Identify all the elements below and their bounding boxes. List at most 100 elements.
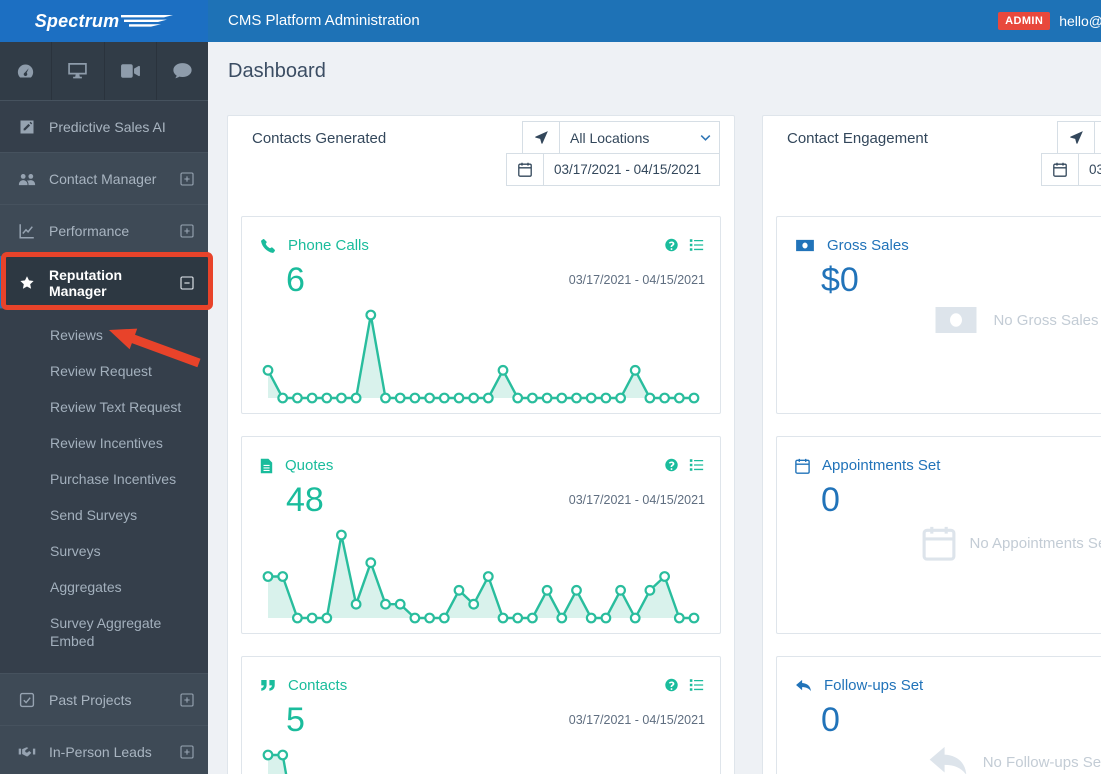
- empty-state: No Appointments Set: [777, 525, 1101, 561]
- stat-card-header: Quotes: [260, 457, 333, 474]
- check-square-icon: [18, 692, 36, 708]
- location-select-wrap: [1095, 121, 1101, 154]
- stat-card-header: Contacts: [260, 677, 347, 694]
- submenu-item-survey-aggregate-embed[interactable]: Survey Aggregate Embed: [0, 605, 208, 659]
- submenu-item-surveys[interactable]: Surveys: [0, 533, 208, 569]
- list-icon[interactable]: [689, 678, 704, 692]
- list-icon[interactable]: [689, 458, 704, 472]
- location-select[interactable]: [1095, 122, 1101, 153]
- sidebar-item-performance[interactable]: Performance: [0, 204, 208, 256]
- plus-square-icon[interactable]: [180, 223, 194, 238]
- topbar-title: CMS Platform Administration: [228, 12, 420, 29]
- stat-cards: Phone Calls 6 03/17/2021 - 04/15/2021 Quote…: [228, 216, 734, 774]
- plus-square-icon[interactable]: [180, 744, 194, 759]
- date-input-wrap: [544, 153, 720, 186]
- panel-contacts-generated: Contacts Generated All Locations 03/17/2…: [227, 115, 735, 774]
- plus-square-icon[interactable]: [180, 692, 194, 707]
- stat-value: 5: [286, 701, 305, 739]
- date-filter: [506, 153, 720, 186]
- submenu-item-review-request[interactable]: Review Request: [0, 353, 208, 389]
- topbar: Spectrum CMS Platform Administration ADM…: [0, 0, 1101, 42]
- calendar-icon: [518, 162, 532, 177]
- stat-label: Phone Calls: [288, 237, 369, 254]
- submenu-item-review-text-request[interactable]: Review Text Request: [0, 389, 208, 425]
- sidebar-item-label: Reputation Manager: [49, 266, 123, 299]
- submenu-item-reviews[interactable]: Reviews: [0, 317, 208, 353]
- sidebar-item-past-projects[interactable]: Past Projects: [0, 673, 208, 725]
- help-icon[interactable]: [664, 238, 679, 252]
- date-range-input[interactable]: [1079, 154, 1101, 185]
- stat-value: 0: [821, 701, 840, 739]
- sidebar-tab-speedometer[interactable]: [0, 42, 53, 100]
- submenu-item-send-surveys[interactable]: Send Surveys: [0, 497, 208, 533]
- sidebar-tab-video[interactable]: [105, 42, 157, 100]
- stat-date: 03/17/2021 - 04/15/2021: [568, 713, 705, 727]
- submenu-item-review-incentives[interactable]: Review Incentives: [0, 425, 208, 461]
- sidebar: Predictive Sales AI Contact Manager Perfor…: [0, 42, 208, 774]
- stat-card-contacts: Contacts 5 03/17/2021 - 04/15/2021: [241, 656, 721, 774]
- location-filter: [1041, 121, 1101, 154]
- location-arrow-icon: [1069, 130, 1084, 145]
- stat-card-header: Gross Sales: [795, 237, 909, 254]
- stat-value: 0: [821, 481, 840, 519]
- location-arrow-icon: [534, 130, 549, 145]
- panel-filters: [1041, 121, 1101, 186]
- stat-card-quotes: Quotes 48 03/17/2021 - 04/15/2021: [241, 436, 721, 634]
- video-icon: [120, 62, 141, 80]
- sidebar-item-in-person-leads[interactable]: In-Person Leads: [0, 725, 208, 774]
- sidebar-item-contact-manager[interactable]: Contact Manager: [0, 152, 208, 204]
- stat-label: Quotes: [285, 457, 334, 474]
- location-filter-button[interactable]: [522, 121, 560, 154]
- stat-card-phone-calls: Phone Calls 6 03/17/2021 - 04/15/2021: [241, 216, 721, 414]
- sidebar-item-label: Past Projects: [49, 691, 132, 708]
- submenu-item-aggregates[interactable]: Aggregates: [0, 569, 208, 605]
- stat-card-follow-ups-set: Follow-ups Set 0 No Follow-ups Set: [776, 656, 1101, 774]
- stat-date: 03/17/2021 - 04/15/2021: [568, 493, 705, 507]
- list-icon[interactable]: [689, 238, 704, 252]
- sidebar-item-label: Performance: [49, 222, 130, 239]
- money-icon: [795, 239, 815, 252]
- location-select[interactable]: All Locations: [560, 122, 719, 153]
- help-icon[interactable]: [664, 678, 679, 692]
- brand-name: Spectrum: [34, 10, 120, 31]
- location-filter-button[interactable]: [1057, 121, 1095, 154]
- stat-card-gross-sales: Gross Sales $0 No Gross Sales: [776, 216, 1101, 414]
- minus-square-icon[interactable]: [180, 275, 194, 290]
- plus-square-icon[interactable]: [180, 171, 194, 186]
- empty-state: No Follow-ups Set: [777, 745, 1101, 774]
- sidebar-tab-desktop[interactable]: [52, 42, 105, 100]
- desktop-icon: [67, 62, 88, 80]
- empty-label: No Appointments Set: [969, 534, 1101, 552]
- sidebar-item-label: In-Person Leads: [49, 743, 152, 760]
- stat-value: 6: [286, 261, 305, 299]
- submenu-item-purchase-incentives[interactable]: Purchase Incentives: [0, 461, 208, 497]
- sidebar-item-label: Predictive Sales AI: [49, 118, 166, 135]
- chart-line-icon: [18, 223, 36, 239]
- panel-filters: All Locations: [506, 121, 720, 186]
- empty-label: No Gross Sales: [993, 311, 1099, 329]
- sparkline: [254, 527, 708, 627]
- sidebar-item-label: Contact Manager: [49, 170, 157, 187]
- date-range-input[interactable]: [544, 154, 719, 185]
- stat-card-header: Phone Calls: [260, 237, 369, 254]
- sidebar-menu-bottom: Past Projects In-Person Leads: [0, 673, 208, 774]
- date-filter-button[interactable]: [506, 153, 544, 186]
- calendar-icon: [795, 458, 810, 474]
- stat-card-actions: [664, 458, 704, 472]
- stat-cards: Gross Sales $0 No Gross Sales Appointments …: [763, 216, 1101, 774]
- stat-card-header: Appointments Set: [795, 457, 940, 474]
- main-content: Dashboard Contacts Generated All Locatio…: [208, 42, 1101, 774]
- sidebar-item-reputation-manager[interactable]: Reputation Manager: [0, 256, 208, 308]
- date-filter-button[interactable]: [1041, 153, 1079, 186]
- sidebar-tab-chat[interactable]: [157, 42, 208, 100]
- user-email[interactable]: hello@: [1059, 13, 1101, 29]
- panel-contact-engagement: Contact Engagement 03 Gross Sales $0 No …: [762, 115, 1101, 774]
- handshake-icon: [18, 744, 36, 760]
- speedometer-icon: [15, 62, 36, 80]
- help-icon[interactable]: [664, 458, 679, 472]
- brand-logo[interactable]: Spectrum: [0, 0, 208, 42]
- sparkline: [254, 307, 708, 407]
- file-icon: [260, 458, 273, 474]
- sidebar-item-predictive-sales-ai[interactable]: Predictive Sales AI: [0, 100, 208, 152]
- page-title: Dashboard: [228, 60, 326, 82]
